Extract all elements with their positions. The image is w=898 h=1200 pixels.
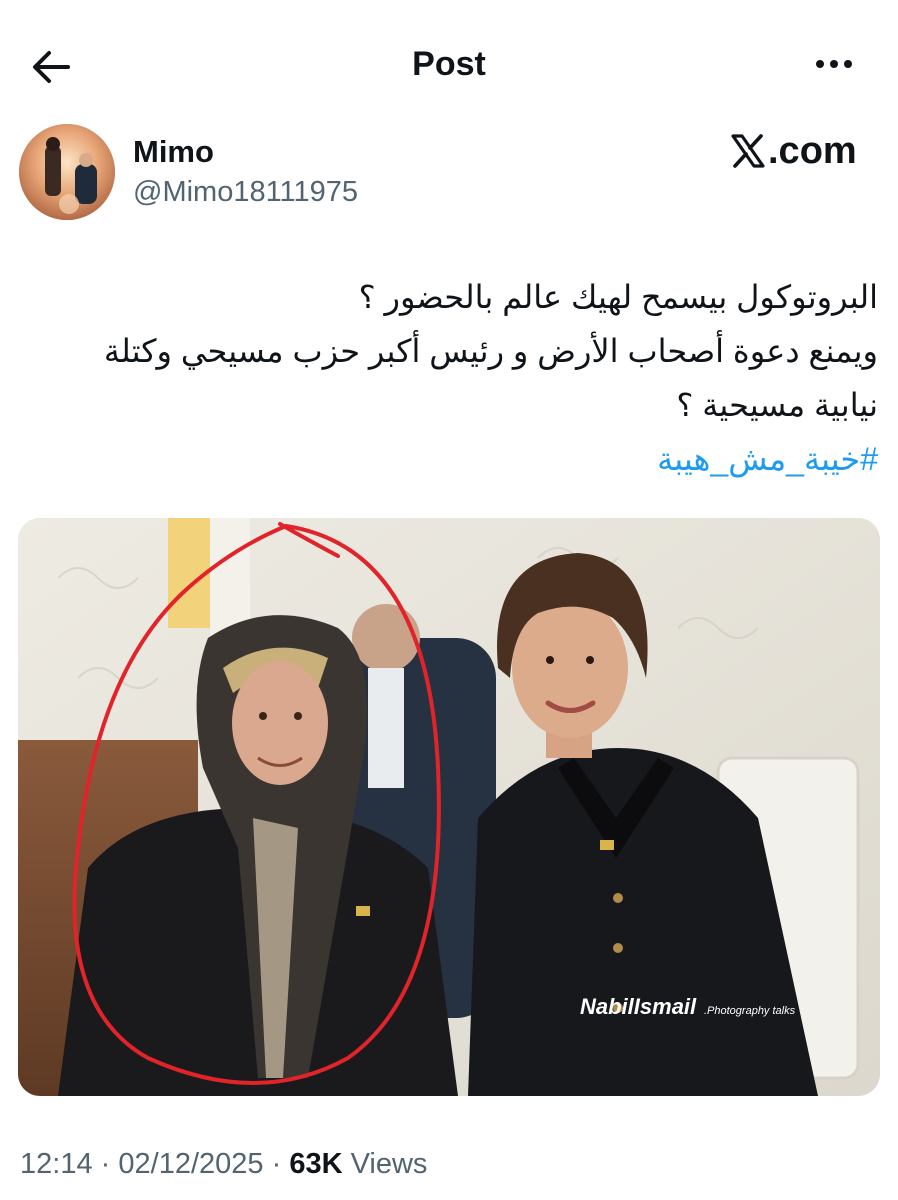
photo-watermark: NabilIsmail [580,994,697,1019]
page-title: Post [412,45,486,83]
x-com-label: .com [768,130,857,172]
views-count[interactable]: 63K [289,1148,342,1180]
tweet-text: البروتوكول بيسمح لهيك عالم بالحضور ؟ ويم… [20,270,878,486]
avatar[interactable] [19,124,115,220]
x-com-watermark: .com [730,128,857,174]
avatar-image [19,124,115,220]
more-options-button[interactable] [810,44,858,84]
x-logo-icon [731,134,765,168]
top-bar: Post [0,0,898,130]
meta-separator: · [271,1148,282,1180]
views-label: Views [350,1148,428,1180]
tweet-photo[interactable]: NabilIsmail .Photography talks [18,518,880,1096]
meta-separator: · [100,1148,111,1180]
post-time[interactable]: 12:14 [20,1148,93,1180]
photo-illustration: NabilIsmail .Photography talks [18,518,880,1096]
photo-watermark-sub: .Photography talks [704,1005,796,1017]
tweet-line: البروتوكول بيسمح لهيك عالم بالحضور ؟ [358,279,878,315]
tweet-line: نيابية مسيحية ؟ [676,387,878,423]
post-page: Post Mimo @Mimo18111975 .com البروتوكول … [0,0,898,1200]
hashtag-link[interactable]: #خيبة_مش_هيبة [20,432,878,486]
author-display-name[interactable]: Mimo [133,134,214,170]
post-date[interactable]: 02/12/2025 [118,1148,263,1180]
more-horizontal-icon [816,60,852,68]
tweet-line: ويمنع دعوة أصحاب الأرض و رئيس أكبر حزب م… [103,333,878,369]
post-meta: 12:14 · 02/12/2025 · 63K Views [20,1144,427,1184]
author-handle: @Mimo18111975 [133,176,359,208]
